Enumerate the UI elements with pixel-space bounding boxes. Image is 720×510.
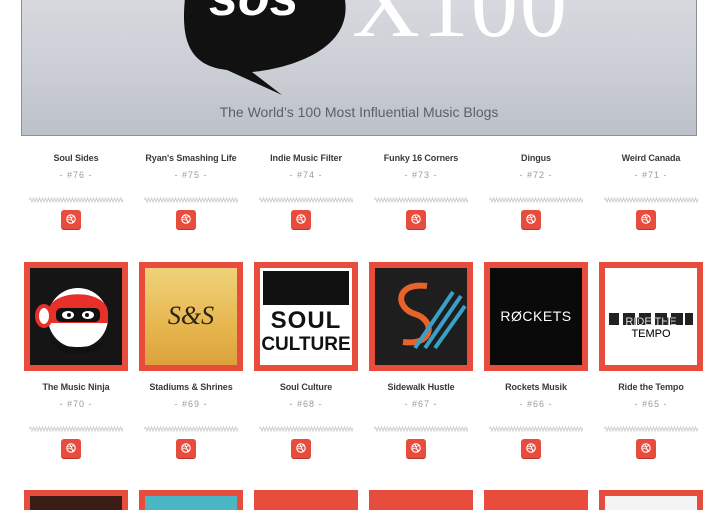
dribbble-share-button[interactable]: [406, 439, 426, 458]
divider-squiggle: [143, 419, 241, 433]
dribbble-share-button[interactable]: [521, 210, 541, 229]
blog-thumbnail-peek[interactable]: [254, 490, 358, 510]
sidewalk-logo: [398, 282, 467, 350]
blog-name[interactable]: Stadiums & Shrines: [126, 382, 256, 392]
dribbble-share-button[interactable]: [291, 439, 311, 458]
blog-rank: - #67 -: [404, 399, 438, 409]
divider-squiggle: [603, 190, 701, 204]
divider-squiggle: [143, 190, 241, 204]
blog-name[interactable]: Weird Canada: [586, 153, 716, 163]
blog-thumbnail[interactable]: RIDE THE TEMPO: [599, 262, 703, 371]
dribbble-share-button[interactable]: [61, 439, 81, 458]
blog-rank: - #74 -: [289, 170, 323, 180]
blog-thumbnail-peek[interactable]: [484, 490, 588, 510]
blog-name[interactable]: Ride the Tempo: [586, 382, 716, 392]
divider-squiggle: [258, 190, 356, 204]
svg-text:sos: sos: [209, 0, 299, 27]
blog-name[interactable]: Rockets Musik: [471, 382, 601, 392]
dribbble-share-button[interactable]: [636, 210, 656, 229]
dribbble-share-button[interactable]: [521, 439, 541, 458]
divider-squiggle: [488, 419, 586, 433]
blog-rank: - #68 -: [289, 399, 323, 409]
blog-name[interactable]: Ryan's Smashing Life: [126, 153, 256, 163]
divider-squiggle: [258, 419, 356, 433]
blog-rank: - #75 -: [174, 170, 208, 180]
blog-name[interactable]: Soul Culture: [241, 382, 371, 392]
x100-title: X100: [352, 0, 569, 57]
hero-banner: sos X100 The World’s 100 Most Influentia…: [21, 0, 697, 136]
dribbble-share-button[interactable]: [406, 210, 426, 229]
blog-rank: - #66 -: [519, 399, 553, 409]
divider-squiggle: [488, 190, 586, 204]
blog-rank: - #76 -: [59, 170, 93, 180]
blog-thumbnail[interactable]: RØCKETS: [484, 262, 588, 371]
ss-monogram: S&S: [167, 301, 215, 330]
blog-rank: - #69 -: [174, 399, 208, 409]
blog-thumbnail-peek[interactable]: [369, 490, 473, 510]
blog-name[interactable]: The Music Ninja: [11, 382, 141, 392]
blog-thumbnail[interactable]: SOUL CULTURE: [254, 262, 358, 371]
divider-squiggle: [28, 190, 126, 204]
blog-rank: - #72 -: [519, 170, 553, 180]
dribbble-share-button[interactable]: [291, 210, 311, 229]
rockets-word: RØCKETS: [500, 308, 572, 324]
dribbble-share-button[interactable]: [636, 439, 656, 458]
divider-squiggle: [373, 190, 471, 204]
ninja-logo: [35, 288, 108, 354]
blog-name[interactable]: Indie Music Filter: [241, 153, 371, 163]
blog-name[interactable]: Sidewalk Hustle: [356, 382, 486, 392]
soul-word: SOUL: [270, 307, 342, 334]
blog-thumbnail-peek[interactable]: [599, 490, 703, 510]
ride-the-tempo-word: RIDE THE TEMPO: [625, 316, 677, 340]
banner-tagline: The World’s 100 Most Influential Music B…: [219, 104, 499, 120]
blog-thumbnail[interactable]: [369, 262, 473, 371]
dribbble-share-button[interactable]: [61, 210, 81, 229]
blog-rank: - #73 -: [404, 170, 438, 180]
blog-thumbnail-peek[interactable]: [24, 490, 128, 510]
blog-name[interactable]: Soul Sides: [11, 153, 141, 163]
dribbble-share-button[interactable]: [176, 210, 196, 229]
blog-rank: - #65 -: [634, 399, 668, 409]
blog-name[interactable]: Funky 16 Corners: [356, 153, 486, 163]
blog-thumbnail[interactable]: S&S: [139, 262, 243, 371]
blog-thumbnail[interactable]: [24, 262, 128, 371]
blog-thumbnail-peek[interactable]: [139, 490, 243, 510]
blog-name[interactable]: Dingus: [471, 153, 601, 163]
divider-squiggle: [28, 419, 126, 433]
divider-squiggle: [373, 419, 471, 433]
divider-squiggle: [603, 419, 701, 433]
blog-rank: - #71 -: [634, 170, 668, 180]
dribbble-share-button[interactable]: [176, 439, 196, 458]
blog-rank: - #70 -: [59, 399, 93, 409]
sos-speech-bubble-logo: sos: [184, 0, 346, 95]
culture-word: CULTURE: [261, 334, 351, 355]
